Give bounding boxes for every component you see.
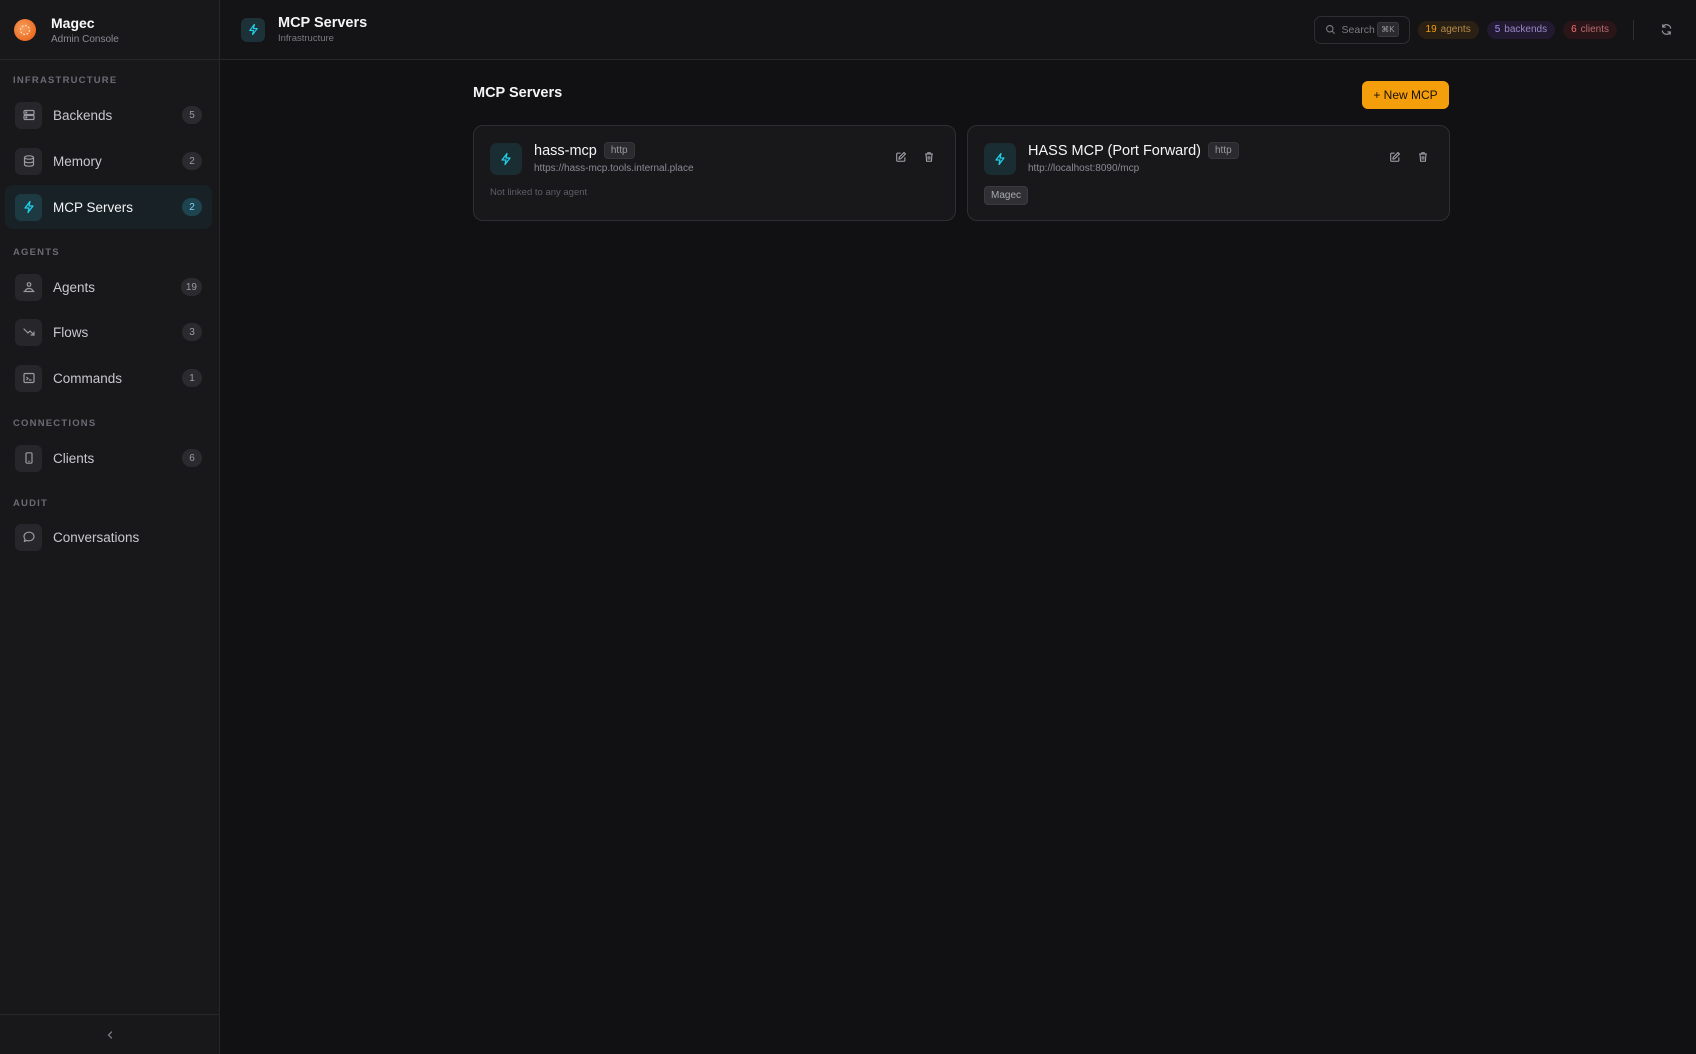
sidebar-item-label: Clients xyxy=(53,450,95,466)
sidebar: Magec Admin Console Infrastructure Backe… xyxy=(0,0,220,1054)
bolt-icon xyxy=(984,143,1016,175)
sidebar-item-count: 6 xyxy=(182,449,202,467)
sidebar-item-label: Backends xyxy=(53,107,113,123)
new-mcp-button[interactable]: + New MCP xyxy=(1362,81,1449,109)
transport-badge: http xyxy=(603,142,635,159)
bolt-icon xyxy=(15,193,42,221)
section-label-connections: Connections xyxy=(13,418,97,429)
trash-icon xyxy=(925,152,933,162)
mcp-server-card[interactable]: HASS MCP (Port Forward) http http://loca… xyxy=(967,125,1450,221)
sidebar-item-clients[interactable]: Clients 6 xyxy=(5,436,212,480)
edit-icon xyxy=(896,152,906,162)
mcp-server-card[interactable]: hass-mcp http https://hass-mcp.tools.int… xyxy=(473,125,956,221)
sidebar-item-commands[interactable]: Commands 1 xyxy=(5,356,212,400)
top-header: MCP Servers Infrastructure Search ⌘K 19 … xyxy=(220,0,1696,60)
agents-count-badge[interactable]: 19 agents xyxy=(1417,20,1479,39)
agents-label: agents xyxy=(1440,24,1471,35)
collapse-sidebar-button[interactable] xyxy=(0,1014,220,1054)
bolt-icon xyxy=(241,17,265,42)
backends-count: 5 xyxy=(1494,24,1501,35)
search-label: Search xyxy=(1341,23,1375,36)
sidebar-item-label: Agents xyxy=(53,279,96,295)
delete-server-button[interactable] xyxy=(1413,147,1433,167)
header-title: MCP Servers xyxy=(278,15,368,31)
server-icon xyxy=(15,101,42,129)
trend-icon xyxy=(15,318,42,346)
trash-icon xyxy=(1419,152,1427,162)
sidebar-item-conversations[interactable]: Conversations xyxy=(5,515,212,559)
sidebar-item-count: 19 xyxy=(180,278,202,296)
server-url: https://hass-mcp.tools.internal.place xyxy=(534,163,694,174)
refresh-icon xyxy=(1661,24,1671,35)
sidebar-item-label: Conversations xyxy=(53,529,140,545)
header-divider xyxy=(1633,19,1634,40)
server-url: http://localhost:8090/mcp xyxy=(1028,163,1140,174)
section-label-agents: Agents xyxy=(13,247,60,258)
agents-count: 19 xyxy=(1425,24,1437,35)
brand: Magec Admin Console xyxy=(0,0,219,60)
sidebar-item-label: Flows xyxy=(53,324,89,340)
chevron-left-icon xyxy=(107,1030,113,1039)
database-icon xyxy=(15,147,42,175)
edit-server-button[interactable] xyxy=(1385,147,1405,167)
sidebar-item-count: 5 xyxy=(182,106,202,124)
sidebar-item-mcp-servers[interactable]: MCP Servers 2 xyxy=(5,185,212,229)
linked-agent-chip[interactable]: Magec xyxy=(984,186,1029,205)
magec-logo-icon xyxy=(14,18,36,41)
linked-agents-status: Not linked to any agent xyxy=(490,187,588,198)
sidebar-item-label: Commands xyxy=(53,370,123,386)
edit-icon xyxy=(1390,152,1400,162)
clients-count-badge[interactable]: 6 clients xyxy=(1563,20,1617,39)
sidebar-item-label: Memory xyxy=(53,153,102,169)
section-label-audit: Audit xyxy=(13,498,49,509)
edit-server-button[interactable] xyxy=(891,147,911,167)
clients-count: 6 xyxy=(1571,24,1577,35)
sidebar-item-label: MCP Servers xyxy=(53,199,134,215)
page-title: MCP Servers xyxy=(473,85,563,101)
delete-server-button[interactable] xyxy=(919,147,939,167)
brand-subtitle: Admin Console xyxy=(51,33,119,45)
sidebar-item-agents[interactable]: Agents 19 xyxy=(5,265,212,309)
sidebar-item-memory[interactable]: Memory 2 xyxy=(5,139,212,183)
backends-label: backends xyxy=(1504,24,1548,35)
bolt-icon xyxy=(490,143,522,175)
search-icon xyxy=(1325,25,1335,35)
sidebar-item-count: 3 xyxy=(182,323,202,341)
refresh-button[interactable] xyxy=(1656,20,1676,40)
server-name: hass-mcp xyxy=(534,142,597,159)
agents-icon xyxy=(15,273,42,301)
header-breadcrumb: Infrastructure xyxy=(278,33,334,44)
section-label-infrastructure: Infrastructure xyxy=(13,75,118,86)
chat-icon xyxy=(15,523,42,551)
sidebar-item-backends[interactable]: Backends 5 xyxy=(5,93,212,137)
clients-label: clients xyxy=(1580,24,1609,35)
search-shortcut: ⌘K xyxy=(1377,22,1399,37)
server-name: HASS MCP (Port Forward) xyxy=(1028,142,1201,159)
phone-icon xyxy=(15,444,42,472)
terminal-icon xyxy=(15,364,42,392)
sidebar-item-count: 2 xyxy=(182,198,202,216)
backends-count-badge[interactable]: 5 backends xyxy=(1486,20,1556,39)
sidebar-item-count: 1 xyxy=(182,369,202,387)
brand-name: Magec xyxy=(51,14,95,31)
transport-badge: http xyxy=(1207,142,1239,159)
search-button[interactable]: Search ⌘K xyxy=(1313,15,1410,44)
sidebar-item-count: 2 xyxy=(182,152,202,170)
sidebar-item-flows[interactable]: Flows 3 xyxy=(5,310,212,354)
